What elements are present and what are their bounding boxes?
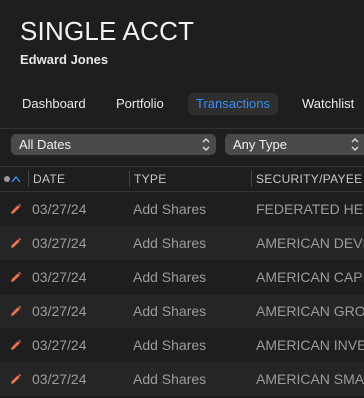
row-date: 03/27/24 (32, 371, 87, 387)
pencil-icon[interactable] (9, 305, 22, 318)
column-divider[interactable] (251, 171, 252, 187)
column-header-security[interactable]: SECURITY/PAYEE (256, 167, 362, 191)
row-date: 03/27/24 (32, 337, 87, 353)
column-divider[interactable] (28, 171, 29, 187)
row-security: FEDERATED HERMES (256, 201, 364, 217)
date-filter-select[interactable]: All Dates (11, 134, 216, 155)
pencil-icon[interactable] (9, 339, 22, 352)
row-type: Add Shares (133, 303, 207, 319)
row-type: Add Shares (133, 201, 207, 217)
pencil-icon[interactable] (9, 373, 22, 386)
row-security: AMERICAN CAPITAL (256, 269, 364, 285)
tab-portfolio[interactable]: Portfolio (108, 93, 172, 115)
tab-transactions[interactable]: Transactions (188, 93, 278, 115)
table-row[interactable]: 03/27/24 Add Shares FEDERATED HERMES (0, 192, 364, 226)
pencil-icon[interactable] (9, 271, 22, 284)
tab-dashboard[interactable]: Dashboard (14, 93, 94, 115)
row-type: Add Shares (133, 235, 207, 251)
status-dot-icon (4, 176, 10, 182)
type-filter-value: Any Type (233, 137, 287, 152)
row-date: 03/27/24 (32, 235, 87, 251)
chevron-up-down-icon (202, 134, 210, 155)
table-header: DATE TYPE SECURITY/PAYEE (0, 166, 364, 192)
tab-bar: Dashboard Portfolio Transactions Watchli… (0, 86, 364, 120)
pencil-icon[interactable] (9, 237, 22, 250)
row-date: 03/27/24 (32, 303, 87, 319)
pencil-icon[interactable] (9, 203, 22, 216)
table-row[interactable]: 03/27/24 Add Shares AMERICAN DEVELOPING (0, 226, 364, 260)
app-window: SINGLE ACCT Edward Jones Dashboard Portf… (0, 0, 364, 398)
row-type: Add Shares (133, 337, 207, 353)
row-security: AMERICAN SMALLCAP (256, 371, 364, 387)
row-security: AMERICAN GROWTH (256, 303, 364, 319)
chevron-up-down-icon (351, 134, 359, 155)
transactions-table-body: 03/27/24 Add Shares FEDERATED HERMES 03/… (0, 192, 364, 398)
date-filter-value: All Dates (19, 137, 72, 152)
row-type: Add Shares (133, 371, 207, 387)
row-security: AMERICAN INVESTMENT (256, 337, 364, 353)
row-date: 03/27/24 (32, 269, 87, 285)
tab-watchlist[interactable]: Watchlist (294, 93, 362, 115)
account-institution: Edward Jones (20, 52, 109, 67)
table-row[interactable]: 03/27/24 Add Shares AMERICAN CAPITAL (0, 260, 364, 294)
column-header-type[interactable]: TYPE (134, 167, 167, 191)
account-title: SINGLE ACCT (20, 16, 195, 46)
type-filter-select[interactable]: Any Type (225, 134, 364, 155)
row-security: AMERICAN DEVELOPING (256, 235, 364, 251)
table-row[interactable]: 03/27/24 Add Shares AMERICAN INVESTMENT (0, 328, 364, 362)
filter-bar: All Dates Any Type (0, 128, 364, 160)
row-date: 03/27/24 (32, 201, 87, 217)
column-header-date[interactable]: DATE (33, 167, 65, 191)
table-row[interactable]: 03/27/24 Add Shares AMERICAN SMALLCAP (0, 362, 364, 396)
row-type: Add Shares (133, 269, 207, 285)
account-header: SINGLE ACCT Edward Jones (0, 0, 364, 84)
column-divider[interactable] (129, 171, 130, 187)
table-row[interactable]: 03/27/24 Add Shares AMERICAN GROWTH (0, 294, 364, 328)
